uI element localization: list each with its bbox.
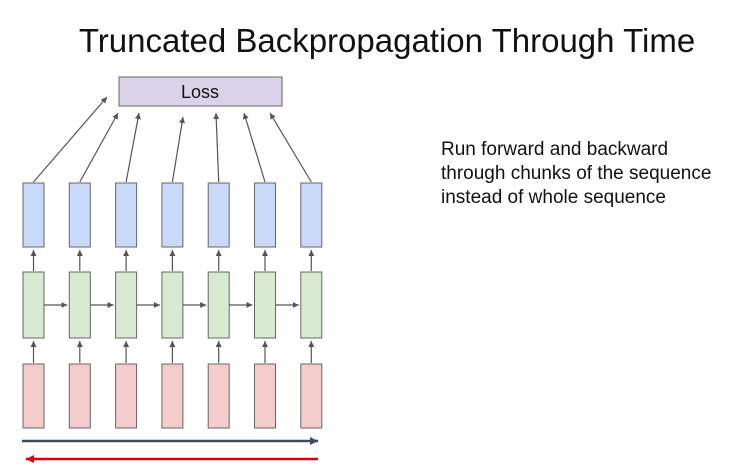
output-box: [207, 182, 230, 248]
input-box: [161, 363, 184, 429]
output-to-loss-arrow: [213, 112, 220, 183]
hidden-box: [161, 271, 184, 339]
hidden-box: [68, 271, 91, 339]
hidden-box: [207, 271, 230, 339]
caption-line: through chunks of the sequence: [441, 163, 712, 184]
output-box: [68, 182, 91, 248]
output-to-loss-arrow: [242, 112, 266, 183]
hidden-box: [300, 271, 323, 339]
output-box: [300, 182, 323, 248]
input-box: [300, 363, 323, 429]
output-to-loss-arrow: [171, 116, 185, 183]
rnn-unrolled-diagram: Loss: [22, 76, 323, 463]
caption-line: instead of whole sequence: [441, 187, 666, 208]
caption-text: Run forward and backward through chunks …: [441, 138, 751, 210]
output-to-loss-arrow: [33, 96, 108, 183]
output-box: [22, 182, 45, 248]
input-box: [22, 363, 45, 429]
loss-label: Loss: [181, 82, 219, 102]
input-box: [115, 363, 138, 429]
output-box: [254, 182, 276, 248]
output-to-loss-arrow: [125, 112, 141, 183]
input-box: [68, 363, 91, 429]
caption-line: Run forward and backward: [441, 139, 669, 160]
output-to-loss-arrow: [79, 112, 119, 183]
output-to-loss-arrow: [269, 112, 312, 183]
output-box: [115, 182, 138, 248]
input-box: [207, 363, 230, 429]
output-box: [161, 182, 184, 248]
input-box: [254, 363, 276, 429]
hidden-box: [254, 271, 276, 339]
hidden-box: [22, 271, 45, 339]
hidden-box: [115, 271, 138, 339]
